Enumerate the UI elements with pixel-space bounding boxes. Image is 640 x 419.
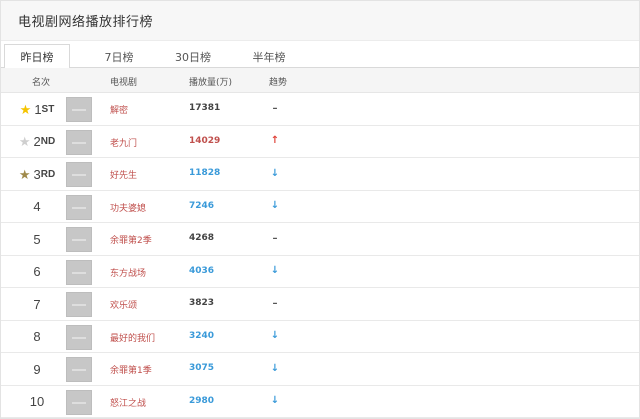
poster-thumbnail[interactable] (66, 357, 92, 382)
tab-half-year[interactable]: 半年榜 (237, 44, 301, 69)
show-title-link[interactable]: 怒江之战 (110, 396, 146, 409)
column-header-plays: 播放量(万) (189, 78, 233, 88)
rank-cell: 10 (13, 393, 61, 411)
show-title-link[interactable]: 余罪第1季 (110, 363, 152, 376)
trend-down-icon: ↓ (270, 167, 280, 179)
table-row[interactable]: 6 东方战场 4036 ↓ (1, 256, 639, 288)
table-row[interactable]: 5 余罪第2季 4268 – (1, 223, 639, 256)
play-count: 14029 (189, 135, 221, 146)
show-title-link[interactable]: 余罪第2季 (110, 233, 152, 246)
play-count: 3823 (189, 298, 215, 308)
rank-suffix: RD (40, 168, 56, 180)
trend-down-icon: ↓ (270, 330, 280, 341)
rank-number: 7 (33, 296, 41, 312)
play-count: 17381 (189, 103, 221, 113)
trend-down-icon: ↓ (270, 395, 280, 406)
rank-number: 5 (33, 231, 41, 247)
rank-cell: 8 (13, 328, 61, 346)
poster-thumbnail[interactable] (66, 324, 92, 350)
tab-30-day[interactable]: 30日榜 (161, 44, 225, 69)
rank-number: 8 (33, 329, 41, 344)
poster-thumbnail[interactable] (66, 292, 92, 317)
table-row[interactable]: 7 欢乐颂 3823 – (1, 288, 639, 321)
table-row[interactable]: 8 最好的我们 3240 ↓ (1, 321, 639, 353)
rank-cell: ★ 3 RD (13, 165, 61, 183)
rank-number: 2 (33, 134, 41, 149)
rank-cell: 6 (13, 263, 61, 281)
table-row[interactable]: ★ 1 ST 解密 17381 – (1, 93, 639, 126)
gold-star-icon: ★ (19, 101, 32, 117)
play-count: 7246 (189, 200, 215, 211)
table-row[interactable]: ★ 2 ND 老九门 14029 ↑ (1, 126, 639, 158)
silver-star-icon: ★ (18, 134, 31, 149)
rank-suffix: ND (40, 136, 56, 147)
trend-up-icon: ↑ (270, 135, 280, 146)
title-bar: 电视剧网络播放排行榜 (1, 1, 639, 41)
play-count: 3075 (189, 363, 215, 373)
trend-down-icon: ↓ (270, 200, 280, 211)
rank-cell: 9 (13, 360, 61, 378)
rank-number: 3 (33, 166, 41, 182)
column-header-rank: 名次 (32, 78, 51, 88)
column-header-show: 电视剧 (110, 78, 138, 88)
rank-number: 9 (33, 361, 41, 377)
table-row[interactable]: ★ 3 RD 好先生 11828 ↓ (1, 158, 639, 191)
trend-flat-icon: – (272, 102, 278, 114)
column-header-trend: 趋势 (269, 78, 288, 88)
play-count: 2980 (189, 395, 215, 406)
ranking-list: ★ 1 ST 解密 17381– ★ 2 ND 老九门 14029 ↑ ★ 3 RD 好先生 11828 ↓ 4 功… (1, 93, 639, 418)
rank-number: 4 (33, 199, 41, 214)
table-header: 名次 电视剧 播放量(万) 趋势 (1, 68, 639, 93)
table-row[interactable]: 4 功夫婆媳 7246 ↓ (1, 191, 639, 223)
play-count: 4268 (189, 233, 215, 243)
poster-thumbnail[interactable] (66, 129, 92, 155)
poster-thumbnail[interactable] (66, 97, 92, 122)
poster-thumbnail[interactable] (66, 227, 92, 252)
rank-cell: ★ 2 ND (13, 133, 61, 151)
show-title-link[interactable]: 最好的我们 (110, 331, 155, 344)
poster-thumbnail[interactable] (66, 162, 92, 187)
trend-down-icon: ↓ (270, 265, 280, 276)
table-row[interactable]: 10 怒江之战 2980 ↓ (1, 386, 639, 418)
poster-thumbnail[interactable] (66, 194, 92, 220)
show-title-link[interactable]: 东方战场 (110, 266, 146, 279)
rank-cell: 4 (13, 198, 61, 216)
rank-cell: ★ 1 ST (13, 100, 61, 118)
show-title-link[interactable]: 欢乐颂 (110, 298, 137, 311)
show-title-link[interactable]: 解密 (110, 103, 128, 116)
rank-number: 1 (34, 101, 42, 117)
table-row[interactable]: 9 余罪第1季 3075 ↓ (1, 353, 639, 386)
poster-thumbnail[interactable] (66, 389, 92, 415)
panel-title: 电视剧网络播放排行榜 (18, 15, 154, 30)
tab-bar: 昨日榜 7日榜 30日榜 半年榜 (1, 41, 639, 69)
play-count: 3240 (189, 330, 215, 341)
trend-down-icon: ↓ (270, 362, 280, 374)
trend-flat-icon: – (272, 297, 278, 309)
rank-number: 6 (33, 264, 41, 279)
trend-flat-icon: – (272, 232, 278, 244)
tab-7-day[interactable]: 7日榜 (89, 44, 149, 69)
show-title-link[interactable]: 好先生 (110, 168, 137, 181)
rank-suffix: ST (41, 103, 55, 115)
poster-thumbnail[interactable] (66, 259, 92, 285)
show-title-link[interactable]: 功夫婆媳 (110, 201, 146, 214)
show-title-link[interactable]: 老九门 (110, 136, 137, 149)
tab-yesterday[interactable]: 昨日榜 (4, 44, 70, 69)
rank-cell: 7 (13, 295, 61, 313)
play-count: 11828 (189, 168, 221, 178)
rank-number: 10 (29, 394, 45, 409)
play-count: 4036 (189, 265, 215, 276)
rank-cell: 5 (13, 230, 61, 248)
bronze-star-icon: ★ (18, 166, 31, 182)
ranking-panel: 电视剧网络播放排行榜 昨日榜 7日榜 30日榜 半年榜 名次 电视剧 播放量(万… (0, 0, 640, 419)
